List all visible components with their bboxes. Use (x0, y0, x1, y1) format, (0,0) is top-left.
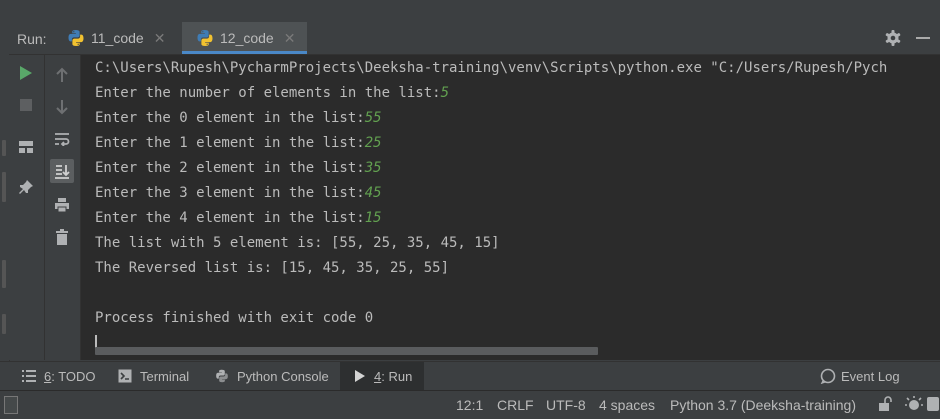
event-log-icon (820, 368, 836, 384)
pin-icon[interactable] (14, 175, 38, 199)
favorites-tab-marker[interactable] (2, 172, 6, 202)
tab-label: 12_code (220, 30, 274, 46)
tool-window-bar: 6: TODO Terminal Python Console 4: Run E… (0, 361, 940, 390)
python-interpreter[interactable]: Python 3.7 (Deeksha-training) (670, 397, 856, 413)
print-icon[interactable] (50, 193, 74, 217)
title-strip (0, 0, 940, 23)
console-line: Process finished with exit code 0 (95, 310, 374, 326)
minimize-icon[interactable] (916, 37, 930, 39)
list-icon (22, 370, 36, 382)
console-line: Enter the 1 element in the list:25 (95, 135, 382, 151)
status-bar: 12:1 CRLF UTF-8 4 spaces Python 3.7 (Dee… (0, 390, 940, 419)
console-line: Enter the 0 element in the list:55 (95, 110, 382, 126)
console-line: The list with 5 element is: [55, 25, 35,… (95, 235, 500, 251)
todo-tool-button[interactable]: 6: TODO (22, 362, 96, 390)
python-console-tool-button[interactable]: Python Console (215, 362, 329, 390)
close-icon[interactable]: ✕ (154, 30, 166, 47)
tab-marker[interactable] (2, 260, 6, 288)
console-line: The Reversed list is: [15, 45, 35, 25, 5… (95, 260, 450, 276)
caret-position[interactable]: 12:1 (456, 397, 483, 413)
stop-icon[interactable] (14, 93, 38, 117)
run-toolbar-secondary (45, 55, 81, 360)
inspector-icon[interactable] (904, 395, 924, 416)
tab-label: 11_code (91, 30, 144, 46)
python-file-icon (67, 29, 85, 47)
python-file-icon (196, 29, 214, 47)
structure-tab-marker[interactable] (2, 140, 6, 156)
toggle-tool-windows-icon[interactable] (4, 396, 18, 414)
console-line: Enter the 2 element in the list:35 (95, 160, 382, 176)
terminal-icon (118, 369, 132, 383)
rerun-icon[interactable] (14, 61, 38, 85)
run-label: Run: (17, 31, 47, 47)
unlock-icon[interactable] (878, 396, 892, 415)
event-log-tool-button[interactable]: Event Log (820, 362, 900, 390)
layout-icon[interactable] (14, 135, 38, 159)
terminal-tool-button[interactable]: Terminal (118, 362, 189, 390)
play-icon (354, 369, 366, 383)
console-line: Enter the number of elements in the list… (95, 85, 450, 101)
up-arrow-icon[interactable] (50, 63, 74, 87)
down-arrow-icon[interactable] (50, 95, 74, 119)
tab-11-code[interactable]: 11_code ✕ (61, 22, 171, 54)
tab-marker[interactable] (2, 314, 6, 334)
soft-wrap-icon[interactable] (50, 127, 74, 151)
python-console-icon (215, 369, 229, 383)
console-line: C:\Users\Rupesh\PycharmProjects\Deeksha-… (95, 60, 888, 76)
console-line: Enter the 3 element in the list:45 (95, 185, 382, 201)
indent-setting[interactable]: 4 spaces (599, 397, 655, 413)
run-toolbar-primary (9, 55, 45, 360)
trash-icon[interactable] (50, 225, 74, 249)
horizontal-scrollbar[interactable] (95, 347, 598, 355)
run-tool-button[interactable]: 4: Run (340, 362, 425, 390)
run-tab-bar: Run: 11_code ✕ 12_code ✕ (9, 22, 940, 55)
tab-12-code[interactable]: 12_code ✕ (182, 22, 308, 54)
line-separator[interactable]: CRLF (497, 397, 534, 413)
console-line: Enter the 4 element in the list:15 (95, 210, 382, 226)
close-icon[interactable]: ✕ (284, 30, 296, 47)
file-encoding[interactable]: UTF-8 (546, 397, 586, 413)
console-output[interactable]: C:\Users\Rupesh\PycharmProjects\Deeksha-… (81, 55, 940, 360)
scroll-to-end-icon[interactable] (50, 159, 74, 183)
gear-icon[interactable] (884, 29, 902, 52)
notifications-icon[interactable] (927, 396, 939, 415)
